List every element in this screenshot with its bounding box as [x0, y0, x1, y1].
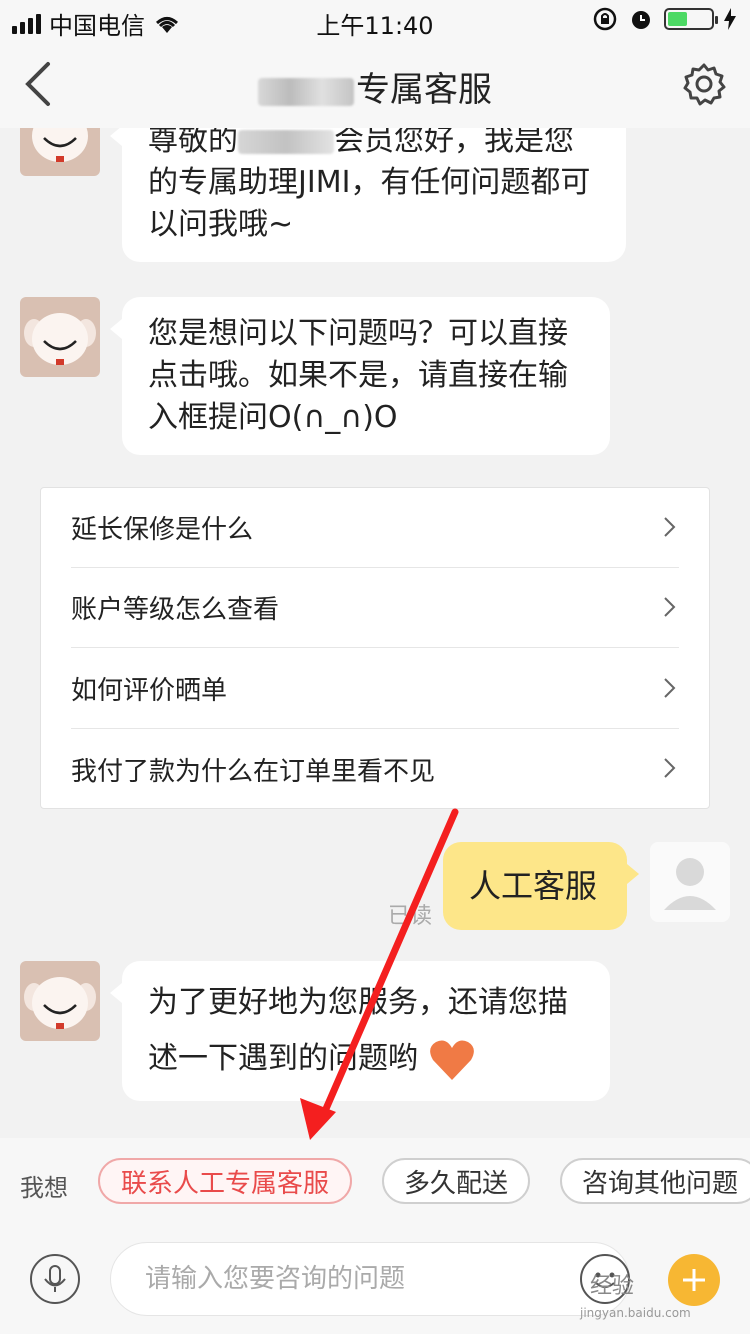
- microphone-icon: [44, 1265, 66, 1292]
- chevron-right-icon: [664, 597, 676, 617]
- charging-icon: [724, 8, 736, 30]
- nav-bar: 专属客服: [0, 40, 750, 128]
- watermark-text: 经验: [590, 1274, 635, 1299]
- user-avatar: [650, 842, 730, 922]
- status-bar: 中国电信 上午11:40: [0, 0, 750, 40]
- microphone-button[interactable]: [30, 1254, 80, 1304]
- chip-delivery-time[interactable]: 多久配送: [382, 1158, 530, 1204]
- bot-avatar: [20, 128, 100, 176]
- status-right: [592, 6, 736, 32]
- battery-icon: [664, 8, 718, 30]
- more-button[interactable]: [668, 1254, 720, 1306]
- page-title: 专属客服: [0, 62, 750, 111]
- question-item[interactable]: 如何评价晒单: [71, 649, 679, 729]
- bot-avatar: [20, 961, 100, 1041]
- message-input[interactable]: [110, 1242, 630, 1316]
- joy-mascot-icon: [32, 128, 88, 162]
- question-item[interactable]: 账户等级怎么查看: [71, 568, 679, 648]
- gear-icon[interactable]: [682, 62, 726, 106]
- question-item[interactable]: 我付了款为什么在订单里看不见: [71, 729, 679, 809]
- user-message-bubble: 人工客服: [443, 842, 639, 930]
- chip-other-questions[interactable]: 咨询其他问题: [560, 1158, 750, 1204]
- chevron-right-icon: [664, 678, 676, 698]
- chat-area[interactable]: 尊敬的 会员您好，我是您的专属助理JIMI，有任何问题都可以问我哦~ 您是想问以下…: [0, 128, 750, 1138]
- suggested-questions: 延长保修是什么 账户等级怎么查看 如何评价晒单 我付了款为什么在订单里看不见: [40, 487, 710, 809]
- chevron-right-icon: [664, 758, 676, 778]
- blurred-shop-name: [258, 77, 354, 106]
- alarm-icon: [632, 11, 650, 29]
- watermark-url: jingyan.baidu.com: [580, 1306, 691, 1320]
- joy-mascot-icon: [24, 977, 96, 1029]
- bot-message-bubble: 尊敬的 会员您好，我是您的专属助理JIMI，有任何问题都可以问我哦~: [110, 128, 626, 262]
- user-icon: [664, 858, 716, 910]
- bot-message-bubble: 您是想问以下问题吗？可以直接点击哦。如果不是，请直接在输入框提问O(∩_∩)O: [110, 297, 610, 455]
- bot-avatar: [20, 297, 100, 377]
- rotation-lock-icon: [593, 7, 617, 31]
- blurred-shop-name: [238, 129, 334, 154]
- quick-replies-bar: 我想 联系人工专属客服 多久配送 咨询其他问题: [0, 1138, 750, 1224]
- plus-icon: [683, 1269, 705, 1291]
- heart-emoji-icon: [429, 1039, 474, 1080]
- question-item[interactable]: 延长保修是什么: [71, 488, 679, 568]
- joy-mascot-icon: [24, 313, 96, 365]
- bot-message-bubble: 为了更好地为您服务，还请您描述一下遇到的问题哟: [110, 961, 610, 1101]
- read-status: 已读: [388, 904, 433, 929]
- chip-contact-agent[interactable]: 联系人工专属客服: [98, 1158, 352, 1204]
- quick-replies-label: 我想: [20, 1174, 68, 1202]
- chevron-right-icon: [664, 517, 676, 537]
